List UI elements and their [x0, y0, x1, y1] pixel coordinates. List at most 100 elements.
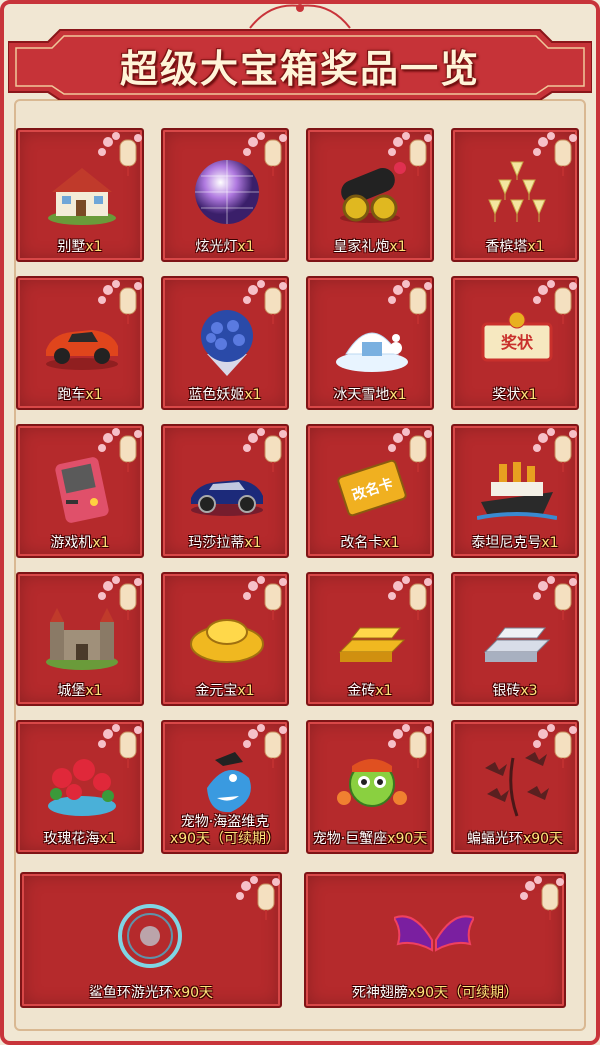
- gold-ingot-icon: [190, 619, 264, 663]
- prize-name: 鲨鱼环游光环: [88, 985, 173, 1001]
- pirate-shark-pet-icon: [207, 752, 251, 813]
- prize-label: 玫瑰花海x1: [18, 831, 142, 848]
- prize-quantity: x1: [389, 387, 407, 403]
- champagne-tower-icon: [488, 161, 546, 222]
- prize-card: 跑车x1: [16, 276, 144, 410]
- prize-label: 游戏机x1: [18, 535, 142, 552]
- prize-label: 蝙蝠光环x90天: [453, 831, 577, 848]
- prize-quantity: x1: [99, 831, 117, 847]
- prize-name: 玛莎拉蒂: [188, 535, 245, 551]
- shark-halo-icon: [118, 904, 182, 968]
- death-wings-icon: [394, 915, 474, 952]
- prize-quantity: x1: [389, 239, 407, 255]
- prize-name: 炫光灯: [195, 239, 238, 255]
- prize-card: 蝙蝠光环x90天: [451, 720, 579, 854]
- prize-name: 金砖: [347, 683, 376, 699]
- prize-label: 皇家礼炮x1: [308, 239, 432, 256]
- prize-quantity: x90天: [522, 831, 564, 847]
- prize-label: 城堡x1: [18, 683, 142, 700]
- prize-quantity: x1: [244, 535, 262, 551]
- blue-rose-bouquet-icon: [201, 310, 253, 376]
- prize-name: 奖状: [492, 387, 521, 403]
- prize-name: 宠物·巨蟹座: [312, 831, 388, 847]
- prize-quantity: x90天: [172, 985, 214, 1001]
- prize-card: 奖状 奖状x1: [451, 276, 579, 410]
- castle-icon: [46, 608, 118, 670]
- prize-label: 宠物·巨蟹座x90天: [308, 831, 432, 848]
- certificate-icon: 奖状: [481, 311, 553, 362]
- prize-card: 玛莎拉蒂x1: [161, 424, 289, 558]
- prize-quantity: x90天: [387, 831, 428, 847]
- prize-card: 泰坦尼克号x1: [451, 424, 579, 558]
- prize-label: 冰天雪地x1: [308, 387, 432, 404]
- prize-name: 改名卡: [340, 535, 383, 551]
- prize-label: 金砖x1: [308, 683, 432, 700]
- prize-label: 炫光灯x1: [163, 239, 287, 256]
- prize-card: 城堡x1: [16, 572, 144, 706]
- prize-name: 别墅: [57, 239, 86, 255]
- prize-card: 死神翅膀x90天（可续期）: [304, 872, 566, 1008]
- blossom-lantern-icon: [520, 876, 564, 920]
- prize-name: 银砖: [492, 683, 521, 699]
- prize-card: 金元宝x1: [161, 572, 289, 706]
- prize-label: 金元宝x1: [163, 683, 287, 700]
- prize-label: 宠物·海盗维克 x90天（可续期）: [163, 814, 287, 848]
- prize-card: 玫瑰花海x1: [16, 720, 144, 854]
- prize-label: 蓝色妖姬x1: [163, 387, 287, 404]
- maserati-car-icon: [191, 480, 263, 516]
- prize-quantity: x1: [244, 387, 262, 403]
- prize-quantity: x1: [375, 683, 393, 699]
- prize-card: 别墅x1: [16, 128, 144, 262]
- villa-icon: [48, 168, 116, 225]
- prize-name: 玫瑰花海: [43, 831, 100, 847]
- game-console-icon: [55, 457, 109, 523]
- prize-quantity: x1: [85, 239, 103, 255]
- prize-label: 奖状x1: [453, 387, 577, 404]
- prize-card: 游戏机x1: [16, 424, 144, 558]
- prize-quantity: x1: [85, 387, 103, 403]
- prize-card: 炫光灯x1: [161, 128, 289, 262]
- prize-card: 蓝色妖姬x1: [161, 276, 289, 410]
- prize-quantity: x90天（可续期）: [407, 985, 519, 1001]
- prize-name: 冰天雪地: [333, 387, 390, 403]
- svg-text:奖状: 奖状: [501, 333, 534, 352]
- prize-label: 香槟塔x1: [453, 239, 577, 256]
- prize-card: 香槟塔x1: [451, 128, 579, 262]
- blossom-lantern-icon: [236, 876, 280, 920]
- prize-label: 别墅x1: [18, 239, 142, 256]
- prize-name: 蝙蝠光环: [466, 831, 523, 847]
- gold-bar-icon: [338, 627, 406, 662]
- prize-card: 鲨鱼环游光环x90天: [20, 872, 282, 1008]
- page-title: 超级大宝箱奖品一览: [119, 47, 480, 91]
- prize-quantity: x1: [92, 535, 110, 551]
- prize-quantity: x1: [382, 535, 400, 551]
- cancer-pet-icon: [337, 759, 407, 807]
- prize-label: 跑车x1: [18, 387, 142, 404]
- rose-garden-icon: [48, 759, 116, 816]
- prize-quantity: x90天（可续期）: [169, 831, 281, 847]
- cannon-icon: [340, 162, 406, 223]
- title-banner: 超级大宝箱奖品一览: [8, 20, 592, 100]
- prize-quantity: x1: [237, 683, 255, 699]
- titanic-ship-icon: [477, 462, 557, 520]
- snow-land-icon: [336, 332, 408, 372]
- prize-card: 改名卡 改名卡x1: [306, 424, 434, 558]
- prize-card: 金砖x1: [306, 572, 434, 706]
- prize-name: 蓝色妖姬: [188, 387, 245, 403]
- bat-halo-icon: [485, 752, 549, 817]
- prize-quantity: x1: [237, 239, 255, 255]
- disco-ball-icon: [195, 160, 259, 224]
- prize-quantity: x1: [520, 387, 538, 403]
- prize-name: 宠物·海盗维克: [180, 814, 270, 830]
- prize-name: 皇家礼炮: [333, 239, 390, 255]
- prize-label: 死神翅膀x90天（可续期）: [306, 985, 564, 1002]
- prize-name: 游戏机: [50, 535, 93, 551]
- prize-card: 皇家礼炮x1: [306, 128, 434, 262]
- prize-quantity: x1: [527, 239, 545, 255]
- prize-label: 泰坦尼克号x1: [453, 535, 577, 552]
- prize-name: 金元宝: [195, 683, 238, 699]
- rename-card-icon: 改名卡: [337, 459, 407, 517]
- prize-name: 香槟塔: [485, 239, 528, 255]
- sports-car-icon: [46, 330, 118, 370]
- prize-card: 宠物·巨蟹座x90天: [306, 720, 434, 854]
